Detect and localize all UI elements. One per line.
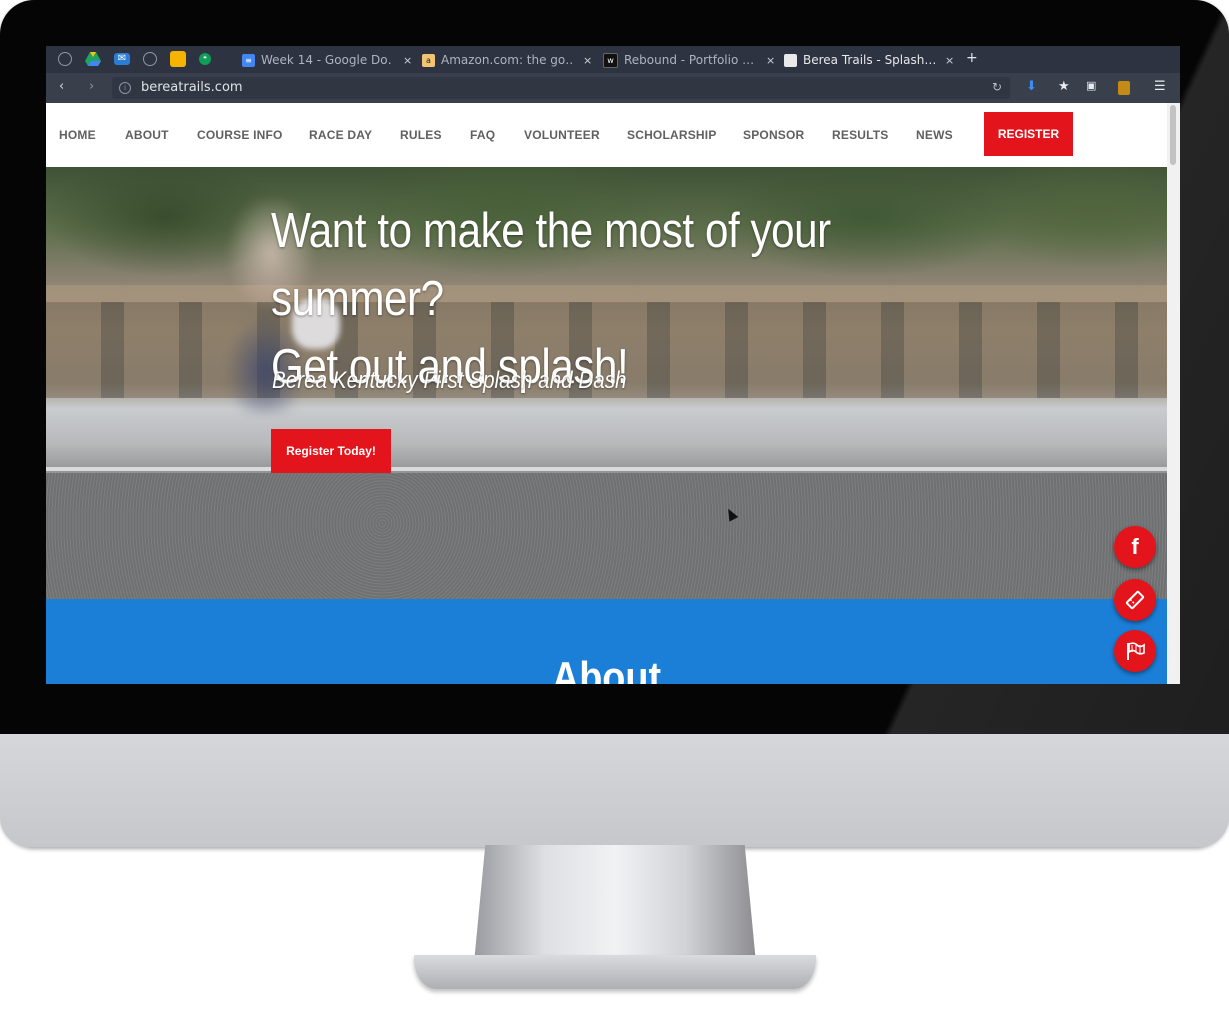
browser-tab[interactable]: ≡ Week 14 - Google Do… × [242,49,412,71]
register-today-button[interactable]: Register Today! [271,429,391,473]
nav-course-info[interactable]: COURSE INFO [197,128,283,142]
pinned-tabs: ✉ ❝ [58,51,211,67]
menu-icon[interactable]: ☰ [1154,79,1166,94]
reload-icon[interactable]: ↻ [992,80,1002,94]
briefcase-icon[interactable]: ▣ [1086,79,1096,92]
nav-rules[interactable]: RULES [400,128,442,142]
monitor-stand-neck [474,845,756,963]
extension-icon[interactable] [1118,81,1130,95]
browser-tab-bar: ✉ ❝ ≡ Week 14 - Google Do… × a Amazon.co… [46,46,1180,73]
nav-news[interactable]: NEWS [916,128,953,142]
site-navigation: HOME ABOUT COURSE INFO RACE DAY RULES FA… [46,103,1167,167]
hero-subtitle: Berea Kentucky First Splash and Dash [272,367,627,394]
forward-icon[interactable]: › [89,79,94,94]
back-icon[interactable]: ‹ [59,79,64,94]
hangouts-icon[interactable]: ❝ [199,53,211,65]
page-scrollbar[interactable] [1167,103,1180,684]
close-icon[interactable]: × [403,54,412,67]
globe-icon[interactable] [143,52,157,66]
info-icon[interactable]: i [119,82,131,94]
docs-icon: ≡ [242,53,255,67]
tab-title: Berea Trails - Splash… [803,53,935,67]
star-icon[interactable]: ★ [1058,79,1070,94]
hero-section: Want to make the most of your summer? Ge… [46,167,1167,599]
mail-icon[interactable]: ✉ [114,53,130,65]
download-icon[interactable]: ⬇ [1026,79,1037,94]
browser-tab[interactable]: w Rebound - Portfolio … × [603,49,775,71]
drive-icon[interactable] [85,51,101,67]
monitor-stand-base [414,955,816,989]
screen: ✉ ❝ ≡ Week 14 - Google Do… × a Amazon.co… [46,46,1180,684]
close-icon[interactable]: × [766,54,775,67]
hero-background-asphalt [46,473,1167,599]
browser-tab-active[interactable]: Berea Trails - Splash… × [784,49,954,71]
about-title: About [551,653,662,684]
ticket-icon[interactable] [1114,579,1156,621]
new-tab-button[interactable]: + [966,50,978,66]
close-icon[interactable]: × [583,54,592,67]
url-text: bereatrails.com [141,80,243,95]
nav-sponsor[interactable]: SPONSOR [743,128,804,142]
nav-results[interactable]: RESULTS [832,128,889,142]
about-section: About [46,599,1167,684]
amazon-icon: a [422,53,435,67]
close-icon[interactable]: × [945,54,954,67]
browser-tab[interactable]: a Amazon.com: the go… × [422,49,592,71]
w-icon: w [603,52,618,68]
page-icon [784,53,797,67]
keep-icon[interactable] [170,51,186,67]
browser-toolbar: ‹ › i bereatrails.com ↻ ⬇ ★ ▣ ☰ [46,73,1180,103]
register-button[interactable]: REGISTER [984,112,1073,156]
flag-icon[interactable] [1114,630,1156,672]
facebook-icon[interactable]: f [1114,526,1156,568]
scrollbar-thumb[interactable] [1170,105,1176,165]
tab-title: Week 14 - Google Do… [261,53,393,67]
tab-title: Rebound - Portfolio … [624,53,755,67]
nav-about[interactable]: ABOUT [125,128,169,142]
nav-home[interactable]: HOME [59,128,96,142]
nav-volunteer[interactable]: VOLUNTEER [524,128,600,142]
tab-title: Amazon.com: the go… [441,53,573,67]
nav-scholarship[interactable]: SCHOLARSHIP [627,128,717,142]
hero-background-road-line [46,467,1167,471]
hero-title-line1: Want to make the most of your summer? [271,204,831,326]
nav-race-day[interactable]: RACE DAY [309,128,372,142]
address-bar[interactable]: i bereatrails.com ↻ [112,77,1010,99]
monitor-chin [0,734,1229,847]
nav-faq[interactable]: FAQ [470,128,495,142]
globe-icon[interactable] [58,52,72,66]
